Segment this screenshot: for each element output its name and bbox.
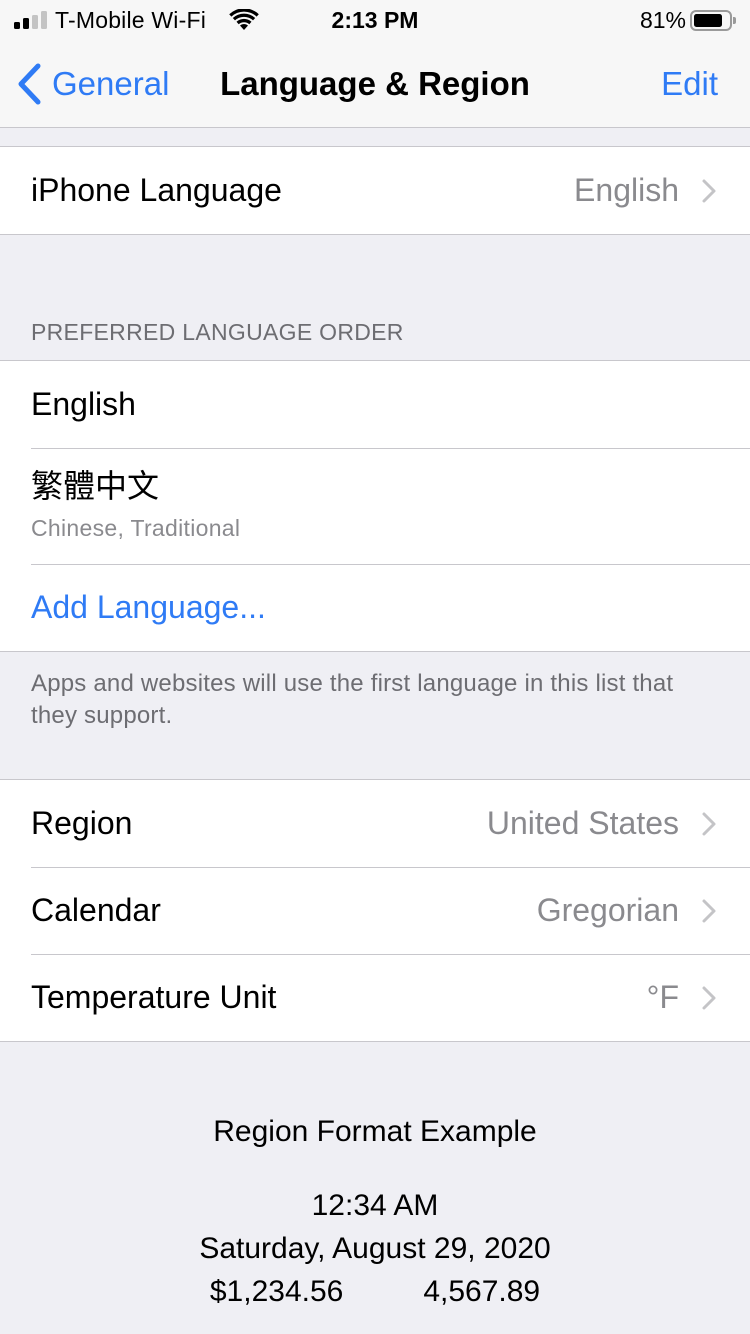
preferred-language-order-header: PREFERRED LANGUAGE ORDER [31,319,404,345]
add-language-button[interactable]: Add Language... [31,564,266,651]
calendar-value: Gregorian [536,892,679,928]
region-row[interactable]: Region United States [0,780,750,867]
example-numbers: $1,234.56 4,567.89 [0,1272,750,1312]
region-format-example: Region Format Example 12:34 AM Saturday,… [0,1112,750,1312]
region-value: United States [486,805,679,841]
edit-button[interactable]: Edit [661,62,718,106]
iphone-language-group: iPhone Language English [0,146,750,235]
iphone-language-row[interactable]: iPhone Language English [0,147,750,234]
navigation-bar: General Language & Region Edit [0,40,750,128]
calendar-row[interactable]: Calendar Gregorian [0,867,750,954]
chevron-right-icon [702,179,716,203]
language-name: English [31,386,136,422]
language-subtitle: Chinese, Traditional [31,515,241,541]
region-settings-group: Region United States Calendar Gregorian … [0,779,750,1042]
example-date: Saturday, August 29, 2020 [199,1232,551,1265]
language-name: 繁體中文 [31,468,160,504]
iphone-language-label: iPhone Language [31,172,282,208]
battery-icon [690,10,736,31]
chevron-right-icon [702,899,716,923]
region-format-example-title: Region Format Example [213,1115,537,1148]
language-row-chinese-traditional[interactable]: 繁體中文 Chinese, Traditional [0,448,750,564]
screen: T-Mobile Wi-Fi 2:13 PM 81% General Langu… [0,0,750,1334]
battery-percent: 81% [639,7,686,33]
calendar-label: Calendar [31,892,161,928]
preferred-language-footer: Apps and websites will use the first lan… [31,670,674,729]
status-time: 2:13 PM [331,7,419,33]
temperature-unit-row[interactable]: Temperature Unit °F [0,954,750,1041]
language-row-english[interactable]: English [0,361,750,448]
chevron-right-icon [702,812,716,836]
iphone-language-value: English [574,172,679,208]
temperature-unit-value: °F [646,979,679,1015]
page-title: Language & Region [220,65,530,102]
example-time: 12:34 AM [311,1189,439,1222]
chevron-right-icon [702,986,716,1010]
temperature-unit-label: Temperature Unit [31,979,277,1015]
example-currency: $1,234.56 [209,1275,344,1308]
region-label: Region [31,805,133,841]
example-number: 4,567.89 [423,1275,541,1308]
preferred-languages-group: English 繁體中文 Chinese, Traditional Add La… [0,360,750,652]
status-bar: T-Mobile Wi-Fi 2:13 PM 81% [0,0,750,40]
add-language-row[interactable]: Add Language... [0,564,750,651]
